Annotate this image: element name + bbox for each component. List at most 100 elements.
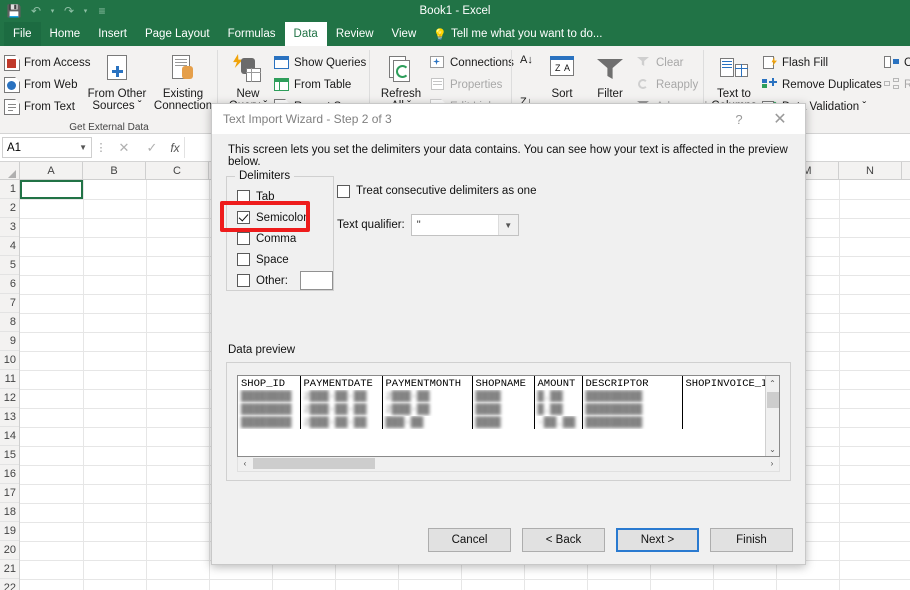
text-qualifier-combobox[interactable]: " ▼ [411, 214, 519, 236]
tab-file[interactable]: File [4, 22, 41, 46]
treat-consecutive-checkbox[interactable] [337, 185, 350, 198]
preview-horizontal-scrollbar[interactable]: ‹ › [237, 457, 780, 472]
insert-function-icon[interactable]: fx [166, 141, 184, 155]
scroll-down-icon[interactable]: ⌄ [766, 442, 779, 456]
delimiter-tab-row[interactable]: Tab [237, 186, 333, 207]
close-icon[interactable]: ✕ [763, 104, 797, 134]
relationships-icon [884, 77, 900, 93]
row-header[interactable]: 20 [0, 541, 19, 560]
chevron-down-icon[interactable]: ▼ [498, 215, 518, 235]
from-table-button[interactable]: From Table [274, 74, 368, 96]
from-web-button[interactable]: From Web [4, 74, 86, 96]
row-header[interactable]: 19 [0, 522, 19, 541]
tab-checkbox[interactable] [237, 190, 250, 203]
name-box[interactable]: A1 ▼ [2, 137, 92, 158]
data-preview-table-container[interactable]: SHOP_ID PAYMENTDATE PAYMENTMONTH SHOPNAM… [237, 375, 780, 457]
existing-connections-button[interactable]: Existing Connection [150, 50, 216, 112]
delimiter-comma-row[interactable]: Comma [237, 228, 333, 249]
row-header[interactable]: 14 [0, 427, 19, 446]
row-header[interactable]: 7 [0, 294, 19, 313]
row-header[interactable]: 6 [0, 275, 19, 294]
other-checkbox[interactable] [237, 274, 250, 287]
chevron-down-icon[interactable]: ▼ [79, 143, 87, 152]
row-header[interactable]: 13 [0, 408, 19, 427]
row-header[interactable]: 17 [0, 484, 19, 503]
text-file-icon [4, 99, 20, 115]
semicolon-checkbox[interactable] [237, 211, 250, 224]
row-header[interactable]: 3 [0, 218, 19, 237]
tab-formulas[interactable]: Formulas [219, 22, 285, 46]
preview-vertical-scrollbar[interactable]: ⌃ ⌄ [765, 376, 779, 456]
other-delimiter-input[interactable] [300, 271, 333, 290]
delimiter-semicolon-row[interactable]: Semicolon [237, 207, 333, 228]
scroll-up-icon[interactable]: ⌃ [766, 376, 779, 390]
formula-bar-handle[interactable]: ⋮ [92, 141, 110, 154]
selected-cell-a1[interactable] [20, 180, 83, 199]
row-header[interactable]: 22 [0, 579, 19, 590]
tab-review[interactable]: Review [327, 22, 383, 46]
row-header[interactable]: 18 [0, 503, 19, 522]
horizontal-scroll-thumb[interactable] [253, 458, 375, 469]
tab-data[interactable]: Data [285, 22, 327, 46]
preview-col-shopname[interactable]: SHOPNAME [472, 376, 534, 390]
column-header-b[interactable]: B [83, 162, 146, 180]
remove-duplicates-button[interactable]: Remove Duplicates [762, 74, 882, 96]
connections-button[interactable]: Connections [430, 52, 510, 74]
from-text-button[interactable]: From Text [4, 96, 86, 118]
column-header-c[interactable]: C [146, 162, 209, 180]
web-icon [4, 77, 20, 93]
flash-fill-button[interactable]: Flash Fill [762, 52, 882, 74]
row-header[interactable]: 12 [0, 389, 19, 408]
cancel-button[interactable]: Cancel [428, 528, 511, 552]
preview-col-amount[interactable]: AMOUNT [534, 376, 582, 390]
table-row: ████████ 2███-██-██ 2███-██ ████ █.██ ██… [238, 403, 780, 416]
delimiter-space-row[interactable]: Space [237, 249, 333, 270]
tab-page-layout[interactable]: Page Layout [136, 22, 219, 46]
filter-button[interactable]: Filter [588, 50, 632, 100]
delimiter-other-row[interactable]: Other: [237, 270, 333, 291]
column-header-a[interactable]: A [20, 162, 83, 180]
scroll-left-icon[interactable]: ‹ [238, 457, 252, 470]
row-header[interactable]: 10 [0, 351, 19, 370]
row-header[interactable]: 11 [0, 370, 19, 389]
sort-button[interactable]: Z A Sort [540, 50, 584, 100]
row-header[interactable]: 2 [0, 199, 19, 218]
row-header[interactable]: 15 [0, 446, 19, 465]
enter-entry-icon[interactable]: ✓ [138, 140, 166, 156]
row-header[interactable]: 1 [0, 180, 19, 199]
tell-me-box[interactable]: 💡 Tell me what you want to do... [425, 22, 602, 46]
reapply-filter-button: Reapply [636, 74, 702, 96]
next-button[interactable]: Next > [616, 528, 699, 552]
reapply-label: Reapply [656, 79, 698, 91]
treat-consecutive-row[interactable]: Treat consecutive delimiters as one [337, 179, 536, 203]
from-other-sources-button[interactable]: From Other Sources ˇ [86, 50, 148, 112]
scroll-right-icon[interactable]: › [765, 457, 779, 470]
sort-ascending-button[interactable]: A↓ [520, 54, 533, 66]
relationships-label: Rela [904, 79, 910, 91]
from-access-button[interactable]: From Access [4, 52, 86, 74]
tab-insert[interactable]: Insert [89, 22, 136, 46]
row-header[interactable]: 16 [0, 465, 19, 484]
row-header[interactable]: 8 [0, 313, 19, 332]
column-header-n[interactable]: N [839, 162, 902, 180]
preview-col-descriptor[interactable]: DESCRIPTOR [582, 376, 682, 390]
finish-button[interactable]: Finish [710, 528, 793, 552]
tab-home[interactable]: Home [41, 22, 90, 46]
row-header[interactable]: 4 [0, 237, 19, 256]
comma-checkbox[interactable] [237, 232, 250, 245]
consolidate-button[interactable]: Con [884, 52, 910, 74]
space-checkbox[interactable] [237, 253, 250, 266]
back-button[interactable]: < Back [522, 528, 605, 552]
vertical-scroll-thumb[interactable] [767, 392, 779, 408]
preview-col-paymentmonth[interactable]: PAYMENTMONTH [382, 376, 472, 390]
row-header[interactable]: 9 [0, 332, 19, 351]
show-queries-button[interactable]: Show Queries [274, 52, 368, 74]
row-header[interactable]: 5 [0, 256, 19, 275]
row-header[interactable]: 21 [0, 560, 19, 579]
select-all-corner[interactable] [0, 162, 20, 180]
help-icon[interactable]: ? [725, 104, 753, 134]
cancel-entry-icon[interactable]: ✕ [110, 140, 138, 156]
tab-view[interactable]: View [383, 22, 426, 46]
preview-col-shop-id[interactable]: SHOP_ID [238, 376, 300, 390]
preview-col-paymentdate[interactable]: PAYMENTDATE [300, 376, 382, 390]
